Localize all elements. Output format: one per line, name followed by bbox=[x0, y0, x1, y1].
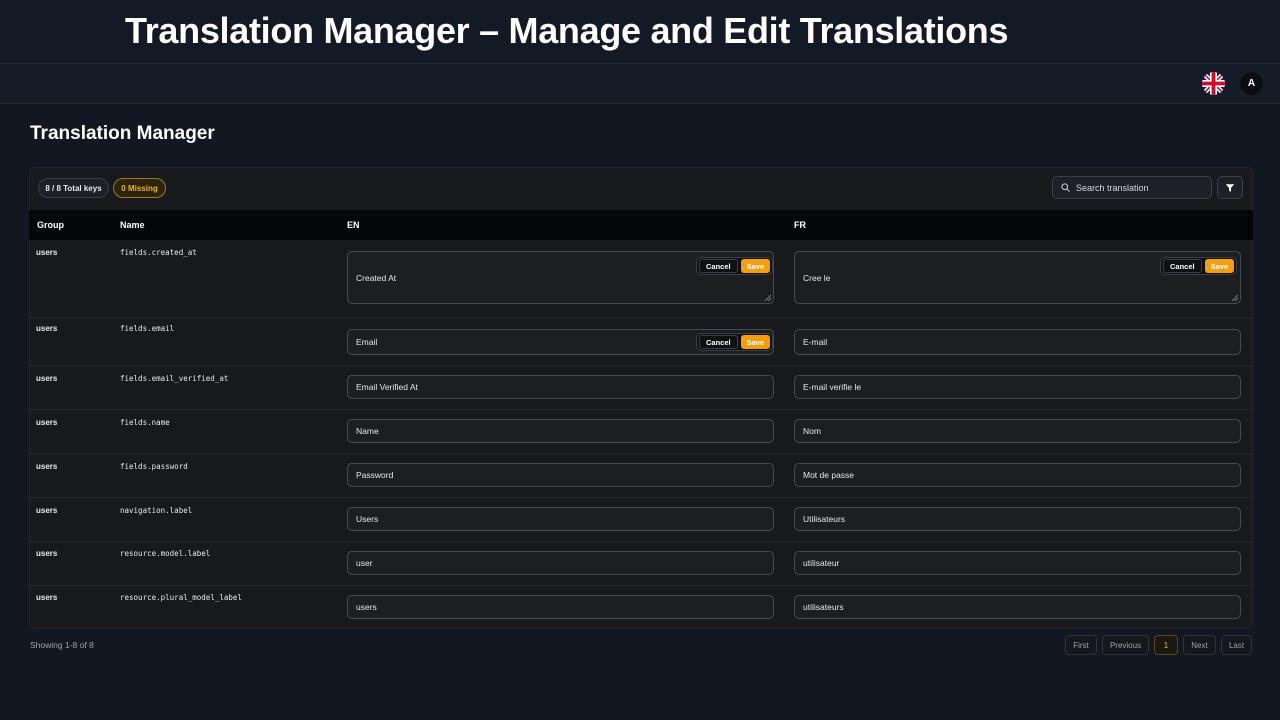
en-translation-input[interactable]: Password bbox=[347, 463, 774, 487]
banner-title: Translation Manager – Manage and Edit Tr… bbox=[125, 10, 1009, 51]
pagination-first-button[interactable]: First bbox=[1065, 635, 1097, 655]
en-translation-value: Users bbox=[356, 514, 379, 524]
en-edit-actions: Cancel Save bbox=[696, 257, 774, 275]
en-translation-input[interactable]: users bbox=[347, 595, 774, 619]
app-topbar bbox=[0, 64, 1280, 104]
table-row-name: fields.email bbox=[120, 324, 175, 333]
save-button[interactable]: Save bbox=[740, 259, 771, 273]
results-count: Showing 1-8 of 8 bbox=[30, 640, 94, 650]
row-divider bbox=[29, 497, 1253, 498]
fr-translation-value: E-mail verifie le bbox=[803, 382, 862, 392]
row-divider bbox=[29, 409, 1253, 410]
table-row-name: navigation.label bbox=[120, 506, 193, 515]
table-row-group: users bbox=[36, 248, 58, 257]
fr-translation-value: utilisateur bbox=[803, 558, 840, 568]
en-translation-input[interactable]: user bbox=[347, 551, 774, 575]
en-translation-value: user bbox=[356, 558, 373, 568]
search-box[interactable] bbox=[1052, 176, 1212, 199]
fr-translation-input[interactable]: E-mail verifie le bbox=[794, 375, 1241, 399]
en-translation-value: Password bbox=[356, 470, 394, 480]
fr-translation-value: Nom bbox=[803, 426, 821, 436]
en-edit-actions: Cancel Save bbox=[696, 333, 774, 351]
cancel-button[interactable]: Cancel bbox=[699, 335, 738, 349]
table-row-group: users bbox=[36, 418, 58, 427]
total-keys-badge: 8 / 8 Total keys bbox=[38, 178, 109, 198]
page-title: Translation Manager bbox=[30, 123, 215, 144]
column-header-en: EN bbox=[347, 220, 360, 230]
filter-icon bbox=[1225, 183, 1235, 192]
table-row-group: users bbox=[36, 462, 58, 471]
pagination-page-button[interactable]: 1 bbox=[1154, 635, 1178, 655]
en-translation-input[interactable]: Email Verified At bbox=[347, 375, 774, 399]
table-row-group: users bbox=[36, 593, 58, 602]
table-row-group: users bbox=[36, 324, 58, 333]
pagination-last-button[interactable]: Last bbox=[1221, 635, 1252, 655]
table-row-group: users bbox=[36, 549, 58, 558]
table-row-name: fields.created_at bbox=[120, 248, 197, 257]
column-header-fr: FR bbox=[794, 220, 806, 230]
table-header bbox=[29, 210, 1253, 240]
fr-translation-value: utilisateurs bbox=[803, 602, 844, 612]
search-icon bbox=[1061, 183, 1070, 192]
fr-translation-input[interactable]: Nom bbox=[794, 419, 1241, 443]
cancel-button[interactable]: Cancel bbox=[1163, 259, 1202, 273]
fr-translation-input[interactable]: Utilisateurs bbox=[794, 507, 1241, 531]
fr-translation-input[interactable]: E-mail bbox=[794, 329, 1241, 355]
en-translation-value: Created At bbox=[356, 272, 397, 283]
table-row-group: users bbox=[36, 506, 58, 515]
save-button[interactable]: Save bbox=[740, 335, 771, 349]
pagination-next-button[interactable]: Next bbox=[1183, 635, 1216, 655]
en-translation-value: Email bbox=[356, 337, 378, 347]
resize-handle-icon[interactable] bbox=[765, 295, 771, 301]
row-divider bbox=[29, 541, 1253, 542]
column-header-name[interactable]: Name bbox=[120, 220, 145, 230]
title-banner: Translation Manager – Manage and Edit Tr… bbox=[0, 0, 1280, 64]
row-divider bbox=[29, 317, 1253, 318]
cancel-button[interactable]: Cancel bbox=[699, 259, 738, 273]
uk-flag-icon[interactable] bbox=[1202, 72, 1225, 95]
table-row-name: resource.model.label bbox=[120, 549, 211, 558]
fr-translation-value: E-mail bbox=[803, 337, 828, 347]
filter-button[interactable] bbox=[1217, 176, 1243, 199]
en-translation-input[interactable]: Users bbox=[347, 507, 774, 531]
resize-handle-icon[interactable] bbox=[1232, 295, 1238, 301]
fr-translation-value: Cree le bbox=[803, 272, 831, 283]
en-translation-value: users bbox=[356, 602, 377, 612]
table-row-name: fields.email_verified_at bbox=[120, 374, 229, 383]
fr-translation-value: Utilisateurs bbox=[803, 514, 846, 524]
en-translation-value: Name bbox=[356, 426, 379, 436]
row-divider bbox=[29, 365, 1253, 366]
table-row-group: users bbox=[36, 374, 58, 383]
missing-keys-badge: 0 Missing bbox=[113, 178, 166, 198]
table-row-name: fields.name bbox=[120, 418, 170, 427]
row-divider bbox=[29, 453, 1253, 454]
fr-translation-input[interactable]: utilisateurs bbox=[794, 595, 1241, 619]
user-avatar[interactable]: A bbox=[1240, 72, 1263, 95]
row-divider bbox=[29, 585, 1253, 586]
search-input[interactable] bbox=[1076, 182, 1206, 193]
table-row-name: fields.password bbox=[120, 462, 188, 471]
en-translation-input[interactable]: Name bbox=[347, 419, 774, 443]
fr-translation-value: Mot de passe bbox=[803, 470, 855, 480]
en-translation-value: Email Verified At bbox=[356, 382, 418, 392]
fr-translation-input[interactable]: Mot de passe bbox=[794, 463, 1241, 487]
column-header-group[interactable]: Group bbox=[37, 220, 64, 230]
fr-edit-actions: Cancel Save bbox=[1160, 257, 1238, 275]
pagination-previous-button[interactable]: Previous bbox=[1102, 635, 1149, 655]
table-row-name: resource.plural_model_label bbox=[120, 593, 242, 602]
fr-translation-input[interactable]: utilisateur bbox=[794, 551, 1241, 575]
save-button[interactable]: Save bbox=[1204, 259, 1235, 273]
